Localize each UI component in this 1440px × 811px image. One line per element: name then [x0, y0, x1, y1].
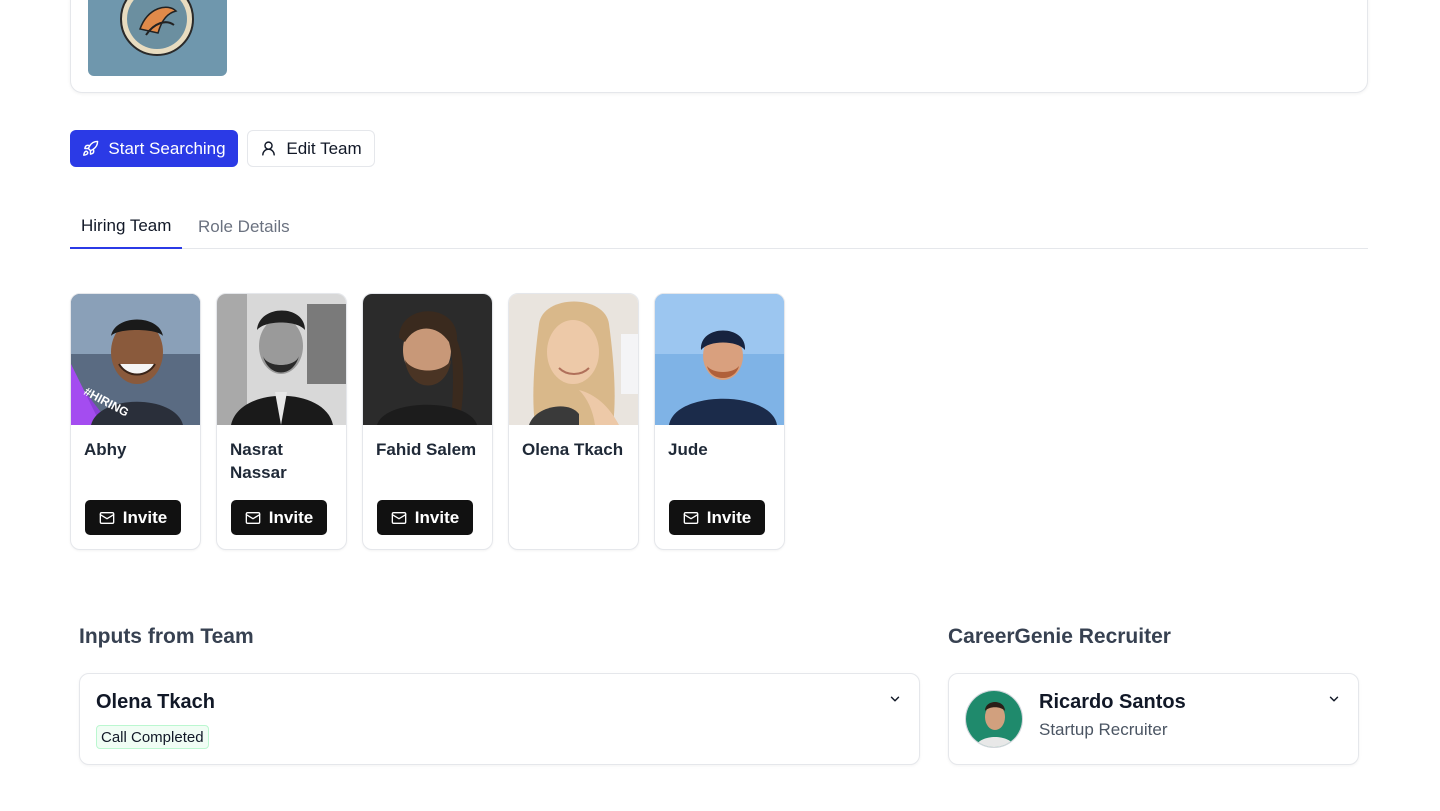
start-searching-button[interactable]: Start Searching	[70, 130, 238, 167]
company-card	[70, 0, 1368, 93]
invite-label: Invite	[706, 507, 752, 527]
team-member-name: Fahid Salem	[376, 440, 477, 459]
team-member-photo	[217, 294, 346, 425]
recruiter-panel[interactable]: Ricardo Santos Startup Recruiter	[948, 673, 1359, 765]
tab-label: Role Details	[198, 217, 290, 236]
mail-icon	[99, 511, 115, 524]
status-badge-label: Call Completed	[101, 728, 204, 746]
edit-team-label: Edit Team	[286, 138, 362, 158]
team-member-photo	[655, 294, 784, 425]
mail-icon	[391, 511, 407, 524]
chevron-down-icon[interactable]	[888, 692, 902, 706]
company-logo	[88, 0, 227, 76]
tab-hiring-team[interactable]: Hiring Team	[70, 205, 183, 249]
edit-team-button[interactable]: Edit Team	[247, 130, 375, 167]
recruiter-section-title: CareerGenie Recruiter	[948, 625, 1171, 648]
team-member-name: Abhy	[84, 440, 127, 459]
avatar	[965, 690, 1023, 748]
inputs-section-title: Inputs from Team	[79, 625, 254, 648]
team-member-card: Olena Tkach	[508, 293, 639, 550]
invite-button[interactable]: Invite	[231, 500, 327, 535]
start-searching-label: Start Searching	[108, 138, 226, 158]
tab-bar: Hiring Team Role Details	[70, 205, 1368, 249]
mail-icon	[245, 511, 261, 524]
invite-button[interactable]: Invite	[377, 500, 473, 535]
tab-label: Hiring Team	[81, 216, 172, 235]
team-member-card: Nasrat Nassar Invite	[216, 293, 347, 550]
recruiter-role: Startup Recruiter	[1039, 720, 1168, 739]
invite-button[interactable]: Invite	[669, 500, 765, 535]
invite-label: Invite	[122, 507, 168, 527]
status-badge: Call Completed	[96, 725, 209, 749]
team-member-name: Nasrat Nassar	[230, 440, 287, 482]
invite-label: Invite	[268, 507, 314, 527]
mail-icon	[683, 511, 699, 524]
tab-role-details[interactable]: Role Details	[187, 205, 301, 249]
user-icon	[262, 141, 276, 156]
chevron-down-icon[interactable]	[1327, 692, 1341, 706]
recruiter-avatar-image	[966, 691, 1022, 747]
team-member-photo: #HIRING	[71, 294, 200, 425]
team-member-name: Jude	[668, 440, 708, 459]
team-member-card: #HIRING Abhy Invite	[70, 293, 201, 550]
logo-emblem-icon	[120, 0, 194, 56]
team-input-panel[interactable]: Olena Tkach Call Completed	[79, 673, 920, 765]
team-member-photo	[509, 294, 638, 425]
invite-label: Invite	[414, 507, 460, 527]
team-member-card: Fahid Salem Invite	[362, 293, 493, 550]
team-member-photo	[363, 294, 492, 425]
invite-button[interactable]: Invite	[85, 500, 181, 535]
rocket-icon	[83, 140, 99, 156]
recruiter-name: Ricardo Santos	[1039, 691, 1186, 713]
input-author-name: Olena Tkach	[96, 691, 215, 713]
team-member-name: Olena Tkach	[522, 440, 624, 459]
team-member-card: Jude Invite	[654, 293, 785, 550]
